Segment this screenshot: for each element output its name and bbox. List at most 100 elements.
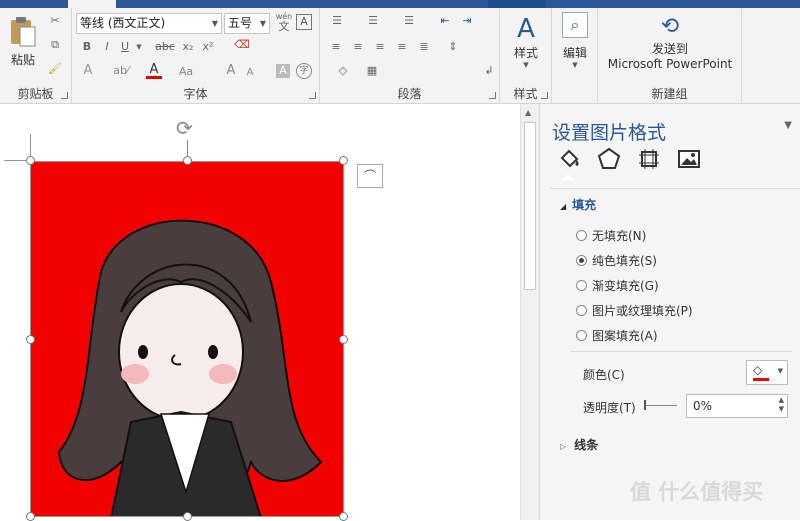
font-name-combo[interactable]: 等线 (西文正文) ▼ bbox=[76, 13, 222, 34]
pane-options-icon[interactable]: ▼ bbox=[784, 120, 792, 131]
line-spacing-icon[interactable]: ⇕ bbox=[444, 40, 462, 54]
font-launcher-icon[interactable] bbox=[309, 92, 316, 99]
transparency-input[interactable]: 0% ▲ ▼ bbox=[686, 394, 788, 418]
justify-icon[interactable]: ≡ bbox=[394, 40, 410, 54]
transparency-slider[interactable] bbox=[644, 400, 677, 410]
char-shading-button[interactable]: A bbox=[276, 64, 290, 78]
slider-thumb[interactable] bbox=[644, 400, 646, 410]
transparency-value: 0% bbox=[693, 399, 713, 413]
align-left-icon[interactable]: ≡ bbox=[328, 40, 344, 54]
radio-label: 渐变填充(G) bbox=[592, 279, 659, 293]
align-right-icon[interactable]: ≡ bbox=[372, 40, 388, 54]
document-canvas[interactable]: ⟳ ⌒ bbox=[0, 104, 520, 521]
increase-indent-icon[interactable]: ⇥ bbox=[458, 14, 476, 28]
scroll-up-icon[interactable]: ▲ bbox=[525, 108, 531, 117]
resize-handle[interactable] bbox=[26, 335, 35, 344]
shading-icon[interactable]: ◇ bbox=[334, 64, 352, 78]
styles-group: A 样式 ▼ 样式 bbox=[500, 8, 552, 104]
rotate-handle-icon[interactable]: ⟳ bbox=[176, 116, 193, 140]
selected-picture[interactable] bbox=[30, 161, 344, 517]
enclose-char-button[interactable]: 字 bbox=[296, 63, 312, 79]
effects-tab-icon[interactable] bbox=[596, 146, 622, 172]
fill-line-tab-icon[interactable] bbox=[556, 146, 582, 172]
resize-handle[interactable] bbox=[183, 156, 192, 165]
radio-button[interactable] bbox=[576, 280, 587, 291]
bold-button[interactable]: B bbox=[80, 40, 94, 54]
char-border-button[interactable]: A bbox=[296, 14, 312, 30]
radio-picture-fill[interactable]: 图片或纹理填充(P) bbox=[576, 304, 693, 318]
resize-handle[interactable] bbox=[339, 156, 348, 165]
multilevel-list-icon[interactable]: ☰ bbox=[400, 14, 418, 28]
resize-handle[interactable] bbox=[26, 156, 35, 165]
resize-handle[interactable] bbox=[339, 335, 348, 344]
font-color-button[interactable]: A bbox=[146, 63, 162, 79]
layout-properties-tab-icon[interactable] bbox=[636, 146, 662, 172]
align-center-icon[interactable]: ≡ bbox=[350, 40, 366, 54]
highlight-icon[interactable]: ab⁄ bbox=[112, 64, 130, 78]
numbering-icon[interactable]: ☰ bbox=[364, 14, 382, 28]
paste-button[interactable]: 粘贴 bbox=[6, 16, 40, 68]
superscript-button[interactable]: x² bbox=[200, 40, 216, 54]
bullets-icon[interactable]: ☰ bbox=[328, 14, 346, 28]
change-case-button[interactable]: Aa bbox=[176, 65, 196, 79]
editing-group: ⌕ 编辑 ▼ bbox=[552, 8, 598, 104]
text-direction-icon[interactable]: ↲ bbox=[482, 64, 496, 78]
powerpoint-icon: ⟲ bbox=[660, 14, 680, 39]
tab-home[interactable] bbox=[68, 0, 116, 8]
distribute-icon[interactable]: ≣ bbox=[416, 40, 432, 54]
color-label: 颜色(C) bbox=[583, 368, 625, 382]
layout-options-icon[interactable]: ⌒ bbox=[357, 164, 383, 188]
radio-gradient-fill[interactable]: 渐变填充(G) bbox=[576, 279, 659, 293]
radio-button[interactable] bbox=[576, 255, 587, 266]
subscript-button[interactable]: x₂ bbox=[180, 40, 196, 54]
scroll-thumb[interactable] bbox=[524, 122, 536, 290]
tab-format[interactable] bbox=[488, 0, 546, 8]
picture-tab-icon[interactable] bbox=[676, 146, 702, 172]
powerpoint-label: Microsoft PowerPoint bbox=[607, 57, 733, 71]
ribbon-tab-bar[interactable] bbox=[0, 0, 800, 8]
fill-section-label: 填充 bbox=[572, 198, 597, 212]
italic-button[interactable]: I bbox=[100, 40, 114, 54]
radio-button[interactable] bbox=[576, 230, 587, 241]
text-effect-button[interactable]: A bbox=[80, 64, 96, 78]
send-to-powerpoint-button[interactable]: ⟲ 发送到 Microsoft PowerPoint bbox=[602, 14, 738, 71]
paragraph-group: ☰ ☰ ☰ ⇤ ⇥ ≡ ≡ ≡ ≡ ≣ ⇕ ◇ ▦ ↲ 段落 bbox=[320, 8, 500, 104]
chevron-down-icon[interactable]: ▼ bbox=[134, 40, 144, 54]
format-picture-pane: 设置图片格式 ▼ ◢ 填充 无填充(N) 纯色填充(S) 渐变填充(G) 图片或纹… bbox=[539, 104, 800, 520]
font-size-combo[interactable]: 五号 ▼ bbox=[224, 13, 270, 34]
underline-button[interactable]: U bbox=[118, 40, 132, 54]
styles-icon: A bbox=[517, 14, 535, 44]
format-painter-icon[interactable]: 🖌 bbox=[46, 62, 64, 76]
line-section-header[interactable]: ▷ 线条 bbox=[560, 436, 598, 453]
watermark-text: 值 什么值得买 bbox=[630, 480, 764, 504]
radio-solid-fill[interactable]: 纯色填充(S) bbox=[576, 254, 657, 268]
fill-color-picker[interactable]: ◇ ▼ bbox=[746, 360, 788, 385]
decrease-indent-icon[interactable]: ⇤ bbox=[436, 14, 454, 28]
styles-launcher-icon[interactable] bbox=[541, 92, 548, 99]
margin-mark bbox=[30, 134, 31, 158]
radio-no-fill[interactable]: 无填充(N) bbox=[576, 229, 646, 243]
cut-icon[interactable]: ✂ bbox=[46, 14, 64, 28]
ribbon: 粘贴 ✂ ⧉ 🖌 剪贴板 等线 (西文正文) ▼ 五号 ▼ wén 文 A B I U… bbox=[0, 8, 800, 104]
radio-button[interactable] bbox=[576, 305, 587, 316]
spinner-icon[interactable]: ▲ ▼ bbox=[779, 396, 784, 414]
shrink-font-button[interactable]: A bbox=[244, 66, 256, 80]
edit-button[interactable]: ⌕ 编辑 ▼ bbox=[558, 12, 592, 69]
paint-bucket-icon: ◇ bbox=[753, 363, 763, 377]
font-group-label: 字体 bbox=[183, 87, 208, 101]
fill-section-header[interactable]: ◢ 填充 bbox=[560, 196, 596, 213]
radio-pattern-fill[interactable]: 图案填充(A) bbox=[576, 329, 658, 343]
expand-icon: ▷ bbox=[560, 442, 567, 451]
styles-button[interactable]: A 样式 ▼ bbox=[506, 14, 546, 69]
grow-font-button[interactable]: A bbox=[224, 64, 238, 78]
vertical-scrollbar[interactable]: ▲ bbox=[520, 104, 539, 520]
paragraph-launcher-icon[interactable] bbox=[489, 92, 496, 99]
radio-button[interactable] bbox=[576, 330, 587, 341]
strikethrough-button[interactable]: abc bbox=[154, 40, 176, 54]
clear-format-icon[interactable]: ⌫ bbox=[232, 38, 252, 52]
radio-label: 图案填充(A) bbox=[592, 329, 658, 343]
borders-icon[interactable]: ▦ bbox=[364, 64, 380, 78]
phonetic-guide-button[interactable]: wén 文 bbox=[274, 12, 294, 33]
clipboard-launcher-icon[interactable] bbox=[61, 92, 68, 99]
copy-icon[interactable]: ⧉ bbox=[46, 38, 64, 52]
